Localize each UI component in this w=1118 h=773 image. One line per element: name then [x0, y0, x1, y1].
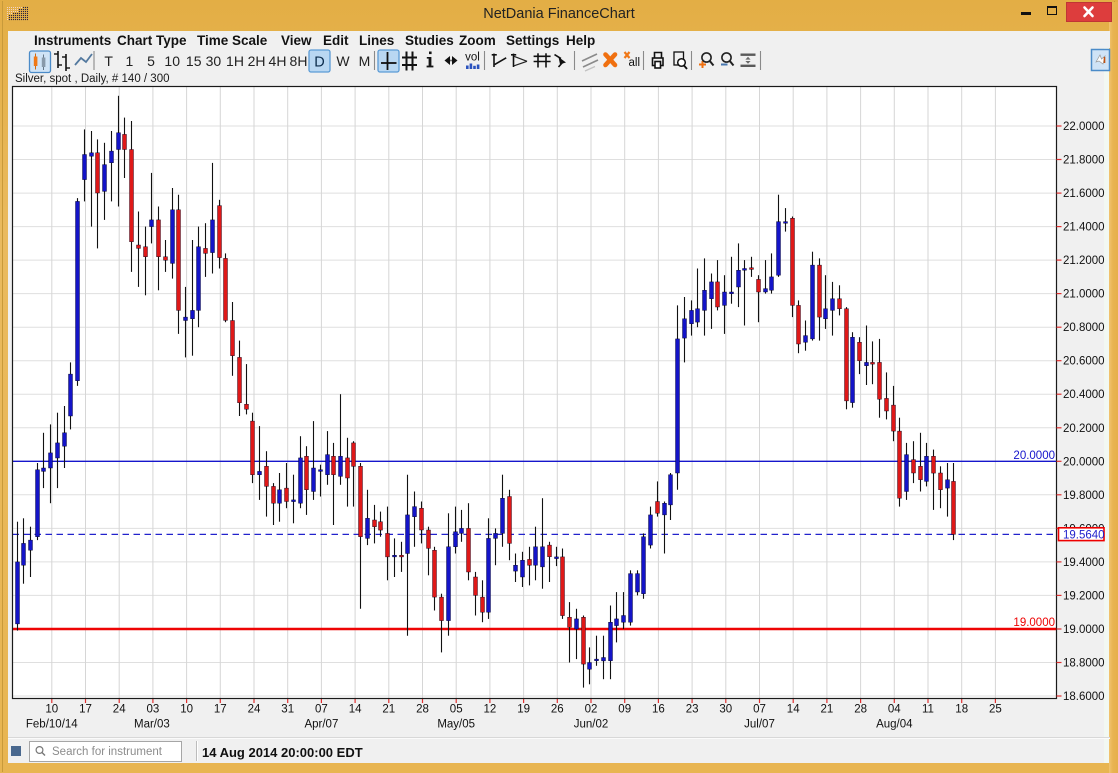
svg-text:Mar/03: Mar/03 [134, 719, 170, 731]
svg-text:10: 10 [180, 704, 193, 716]
svg-text:25: 25 [989, 704, 1002, 716]
svg-text:20.2000: 20.2000 [1063, 423, 1105, 435]
svg-text:21: 21 [821, 704, 834, 716]
svg-text:Jul/07: Jul/07 [744, 719, 775, 731]
svg-text:24: 24 [113, 704, 126, 716]
svg-text:07: 07 [315, 704, 328, 716]
svg-text:21: 21 [382, 704, 395, 716]
svg-text:16: 16 [652, 704, 665, 716]
svg-text:05: 05 [450, 704, 463, 716]
svg-text:20.0000: 20.0000 [1063, 456, 1105, 468]
svg-text:22.0000: 22.0000 [1063, 121, 1105, 133]
svg-text:20.6000: 20.6000 [1063, 356, 1105, 368]
svg-text:30: 30 [719, 704, 732, 716]
svg-text:11: 11 [922, 704, 934, 716]
svg-text:May/05: May/05 [437, 719, 475, 731]
svg-text:Feb/10/14: Feb/10/14 [26, 719, 78, 731]
svg-text:21.8000: 21.8000 [1063, 155, 1105, 167]
svg-text:20.0000: 20.0000 [1013, 450, 1055, 462]
svg-text:19.8000: 19.8000 [1063, 490, 1105, 502]
svg-text:19: 19 [517, 704, 530, 716]
svg-text:19.0000: 19.0000 [1063, 624, 1105, 636]
svg-text:28: 28 [416, 704, 429, 716]
svg-text:18.6000: 18.6000 [1063, 691, 1105, 703]
svg-text:Jun/02: Jun/02 [574, 719, 609, 731]
svg-text:26: 26 [551, 704, 564, 716]
svg-text:19.0000: 19.0000 [1013, 617, 1055, 629]
svg-text:14: 14 [349, 704, 362, 716]
svg-text:31: 31 [281, 704, 294, 716]
svg-text:17: 17 [214, 704, 227, 716]
svg-text:10: 10 [45, 704, 58, 716]
svg-text:21.2000: 21.2000 [1063, 255, 1105, 267]
svg-text:21.4000: 21.4000 [1063, 222, 1105, 234]
svg-text:03: 03 [147, 704, 160, 716]
svg-text:Apr/07: Apr/07 [304, 719, 338, 731]
svg-text:18.8000: 18.8000 [1063, 658, 1105, 670]
svg-text:20.4000: 20.4000 [1063, 389, 1105, 401]
svg-text:18: 18 [955, 704, 968, 716]
svg-text:19.4000: 19.4000 [1063, 557, 1105, 569]
svg-text:14: 14 [787, 704, 800, 716]
svg-text:02: 02 [585, 704, 598, 716]
svg-text:09: 09 [618, 704, 631, 716]
svg-text:04: 04 [888, 704, 901, 716]
svg-text:Aug/04: Aug/04 [876, 719, 913, 731]
svg-text:24: 24 [248, 704, 261, 716]
svg-text:19.5640: 19.5640 [1063, 529, 1105, 541]
svg-text:12: 12 [484, 704, 497, 716]
svg-text:07: 07 [753, 704, 766, 716]
svg-text:19.2000: 19.2000 [1063, 590, 1105, 602]
svg-text:20.8000: 20.8000 [1063, 322, 1105, 334]
svg-text:21.6000: 21.6000 [1063, 188, 1105, 200]
svg-text:23: 23 [686, 704, 699, 716]
svg-text:28: 28 [854, 704, 867, 716]
svg-text:17: 17 [79, 704, 92, 716]
svg-text:21.0000: 21.0000 [1063, 289, 1105, 301]
